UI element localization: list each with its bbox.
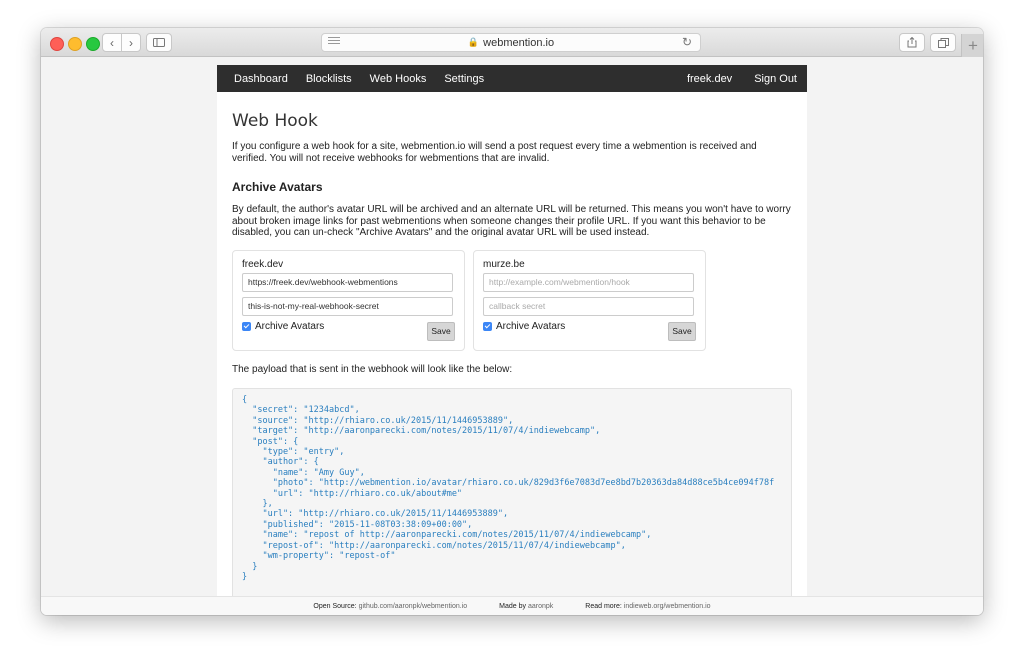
webhook-url-input[interactable] <box>242 272 453 292</box>
share-icon <box>907 37 917 48</box>
archive-avatars-checkbox[interactable] <box>483 321 492 331</box>
nav-dashboard[interactable]: Dashboard <box>234 73 288 85</box>
footer-made-label: Made by <box>499 602 527 610</box>
intro-text: If you configure a web hook for a site, … <box>232 141 757 164</box>
page-body: Web Hook If you configure a web hook for… <box>217 111 807 596</box>
site-card-freek-dev: freek.dev Archive Avatars Save <box>232 249 465 351</box>
archive-avatars-row[interactable]: Archive Avatars <box>483 321 695 332</box>
save-button[interactable]: Save <box>668 321 696 341</box>
footer-read-link[interactable]: indieweb.org/webmention.io <box>624 603 711 610</box>
callback-secret-input[interactable] <box>242 296 453 316</box>
nav-blocklists[interactable]: Blocklists <box>306 73 352 85</box>
reload-icon[interactable]: ↻ <box>682 35 692 49</box>
nav-settings[interactable]: Settings <box>444 73 484 85</box>
back-button[interactable]: ‹ <box>102 33 122 52</box>
reader-icon[interactable] <box>328 37 340 47</box>
nav-user[interactable]: freek.dev <box>687 73 732 85</box>
footer-open-link[interactable]: github.com/aaronpk/webmention.io <box>359 603 468 610</box>
page-footer: Open Source: github.com/aaronpk/webmenti… <box>41 596 983 615</box>
minimize-window-button[interactable] <box>68 37 82 51</box>
show-tabs-button[interactable] <box>930 33 956 52</box>
footer-made-by: Made by aaronpk <box>499 603 553 610</box>
address-bar[interactable]: 🔒 webmention.io ↻ <box>321 33 701 52</box>
webhook-url-input[interactable] <box>483 272 694 292</box>
footer-read-label: Read more: <box>585 602 622 610</box>
page-container: Dashboard Blocklists Web Hooks Settings … <box>217 65 807 596</box>
archive-avatars-label: Archive Avatars <box>496 320 566 332</box>
archive-avatars-label: Archive Avatars <box>255 320 325 332</box>
footer-read-more: Read more: indieweb.org/webmention.io <box>585 603 710 610</box>
page-title: Web Hook <box>232 111 318 131</box>
site-cards: freek.dev Archive Avatars Save murze.be <box>232 249 791 351</box>
archive-avatars-row[interactable]: Archive Avatars <box>242 321 454 332</box>
nav-webhooks[interactable]: Web Hooks <box>370 73 427 85</box>
footer-open-source: Open Source: github.com/aaronpk/webmenti… <box>313 603 467 610</box>
sidebar-icon <box>153 38 165 47</box>
share-button[interactable] <box>899 33 925 52</box>
footer-made-link[interactable]: aaronpk <box>528 603 553 610</box>
top-navbar: Dashboard Blocklists Web Hooks Settings … <box>217 65 807 92</box>
payload-code-block: { "secret": "1234abcd", "source": "http:… <box>232 388 792 596</box>
close-window-button[interactable] <box>50 37 64 51</box>
site-name: freek.dev <box>242 258 284 270</box>
site-name: murze.be <box>483 258 525 270</box>
forward-button[interactable]: › <box>121 33 141 52</box>
lock-icon: 🔒 <box>467 37 480 47</box>
plus-icon: + <box>968 35 978 55</box>
nav-signout[interactable]: Sign Out <box>754 73 797 85</box>
archive-heading: Archive Avatars <box>232 180 323 194</box>
payload-note: The payload that is sent in the webhook … <box>232 363 513 375</box>
zoom-window-button[interactable] <box>86 37 100 51</box>
sidebar-toggle-button[interactable] <box>146 33 172 52</box>
browser-window: ‹ › 🔒 webmention.io ↻ + Dashboard Blockl… <box>41 28 983 615</box>
archive-avatars-checkbox[interactable] <box>242 321 251 331</box>
callback-secret-input[interactable] <box>483 296 694 316</box>
url-text: webmention.io <box>483 36 555 49</box>
browser-titlebar: ‹ › 🔒 webmention.io ↻ + <box>41 28 983 57</box>
footer-open-label: Open Source: <box>313 602 357 610</box>
new-tab-button[interactable]: + <box>961 34 983 57</box>
archive-text: By default, the author's avatar URL will… <box>232 204 791 238</box>
browser-content: Dashboard Blocklists Web Hooks Settings … <box>41 57 983 596</box>
save-button[interactable]: Save <box>427 321 455 341</box>
tabs-icon <box>937 37 949 48</box>
site-card-murze-be: murze.be Archive Avatars Save <box>473 249 706 351</box>
chevron-right-icon: › <box>129 35 133 50</box>
chevron-left-icon: ‹ <box>110 35 114 50</box>
